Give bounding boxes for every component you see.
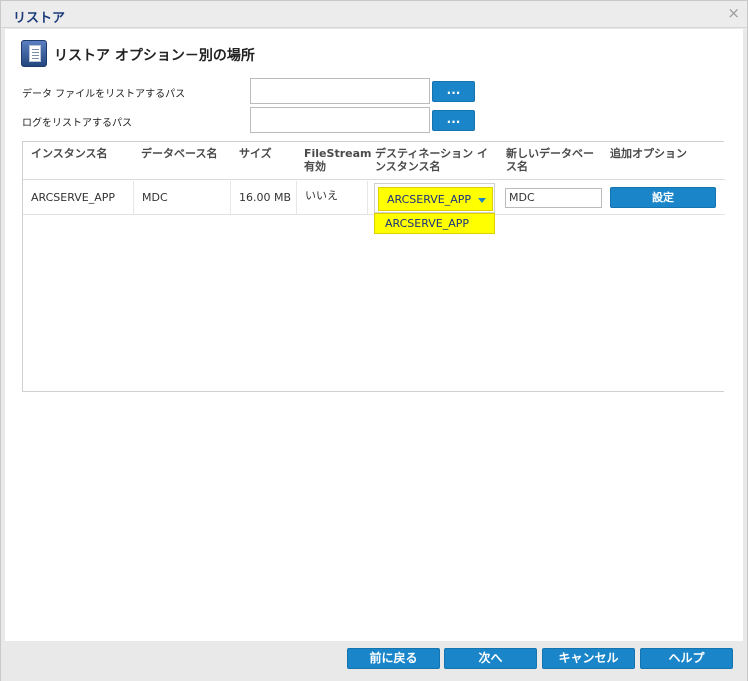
column-header-size[interactable]: サイズ [239,147,272,160]
column-header-options[interactable]: 追加オプション [610,147,687,160]
destination-instance-dropdown[interactable]: ARCSERVE_APP [378,187,493,211]
content-panel: リストア オプション－別の場所 データ ファイルをリストアするパス ... ログ… [5,29,743,641]
back-button[interactable]: 前に戻る [347,648,440,669]
window-title: リストア [13,11,66,26]
document-pages-icon [21,40,47,67]
destination-instance-dropdown-container: ARCSERVE_APP [374,183,495,213]
log-path-input[interactable] [250,107,430,133]
cell-size: 16.00 MB [231,181,297,215]
column-header-destination[interactable]: デスティネーション イ ンスタンス名 [375,147,488,173]
data-path-browse-button[interactable]: ... [432,81,475,102]
table-header: インスタンス名 データベース名 サイズ FileStream 有効 デスティネー… [23,142,725,180]
dropdown-option-label: ARCSERVE_APP [385,217,470,230]
destination-instance-value: ARCSERVE_APP [387,193,472,206]
footer-bar: 前に戻る 次へ キャンセル ヘルプ [1,641,747,681]
database-table: インスタンス名 データベース名 サイズ FileStream 有効 デスティネー… [22,141,725,392]
chevron-down-icon[interactable] [478,198,486,203]
next-button[interactable]: 次へ [444,648,537,669]
column-header-database[interactable]: データベース名 [141,147,217,160]
data-path-input[interactable] [250,78,430,104]
destination-instance-option[interactable]: ARCSERVE_APP [374,213,495,234]
close-icon[interactable]: × [727,4,740,22]
restore-dialog: リストア × リストア オプション－別の場所 データ ファイルをリストアするパス… [0,0,748,681]
cell-filestream: いいえ [297,181,368,215]
new-database-name-input[interactable]: MDC [505,188,602,208]
data-path-label: データ ファイルをリストアするパス [22,89,186,100]
column-header-filestream[interactable]: FileStream 有効 [304,147,371,173]
column-header-instance[interactable]: インスタンス名 [31,147,108,160]
cell-instance: ARCSERVE_APP [23,181,134,215]
column-header-new-db-name[interactable]: 新しいデータベー ス名 [506,147,594,173]
log-path-browse-button[interactable]: ... [432,110,475,131]
log-path-label: ログをリストアするパス [22,118,132,129]
title-bar: リストア × [1,1,747,28]
page-title: リストア オプション－別の場所 [54,48,255,64]
cell-database: MDC [134,181,231,215]
additional-options-settings-button[interactable]: 設定 [610,187,716,208]
help-button[interactable]: ヘルプ [640,648,733,669]
cancel-button[interactable]: キャンセル [542,648,635,669]
